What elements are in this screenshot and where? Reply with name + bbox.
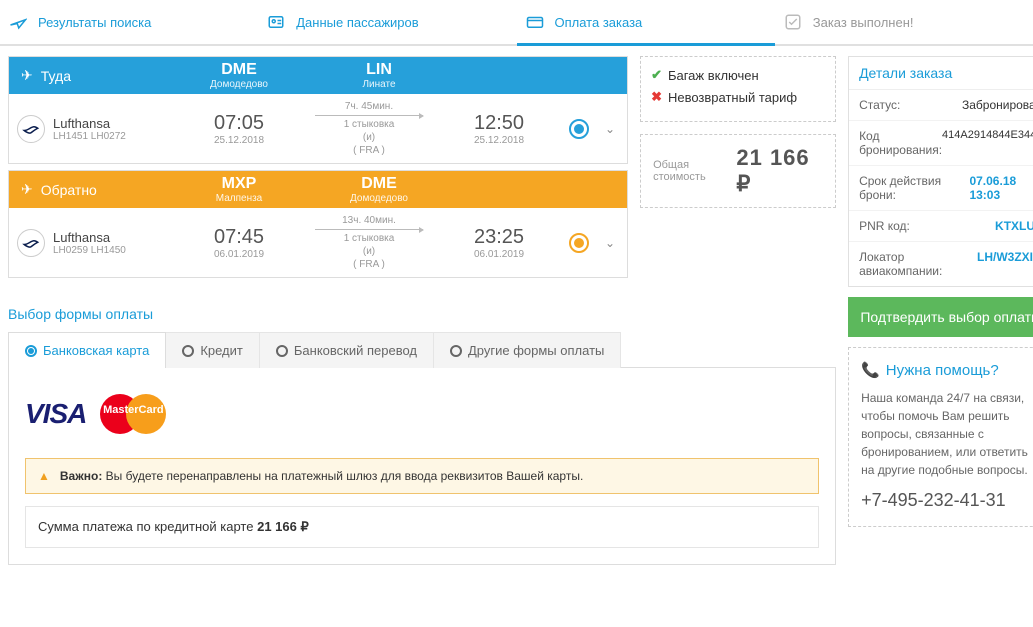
plane-icon: ✈	[21, 67, 33, 84]
to-airport: DME Домодедово	[309, 171, 449, 208]
fare-info: ✔Багаж включен ✖Невозвратный тариф	[640, 56, 836, 122]
payment-tabs: Банковская карта Кредит Банковский перев…	[8, 332, 836, 368]
plane-icon: ✈	[21, 181, 33, 198]
from-airport: DME Домодедово	[169, 57, 309, 94]
help-box: 📞Нужна помощь? Наша команда 24/7 на связ…	[848, 347, 1033, 527]
check-icon: ✔	[651, 67, 662, 83]
direction-label: ✈ Обратно	[9, 171, 169, 208]
payment-title: Выбор формы оплаты	[8, 306, 836, 322]
from-airport: MXP Малпенза	[169, 171, 309, 208]
cross-icon: ✖	[651, 89, 662, 105]
airline-logo-icon	[17, 115, 45, 143]
step-search[interactable]: Результаты поиска	[0, 0, 258, 44]
payment-sum: Сумма платежа по кредитной карте 21 166 …	[25, 506, 819, 548]
arrival-time: 23:25 06.01.2019	[429, 226, 569, 260]
phone-icon: 📞	[861, 360, 880, 383]
warning-icon: ▲	[38, 469, 50, 483]
route-info: 13ч. 40мин. 1 стыковка (и) ( FRA )	[309, 214, 429, 271]
tab-bank[interactable]: Банковский перевод	[259, 332, 434, 368]
tab-other[interactable]: Другие формы оплаты	[433, 332, 621, 368]
confirm-button[interactable]: Подтвердить выбор оплаты	[848, 297, 1033, 337]
step-done: Заказ выполнен!	[775, 0, 1033, 44]
route-info: 7ч. 45мин. 1 стыковка (и) ( FRA )	[309, 100, 429, 157]
mastercard-logo-icon: MasterCard	[100, 394, 166, 434]
step-label: Результаты поиска	[38, 15, 151, 30]
credit-card-icon	[525, 12, 545, 32]
airline: Lufthansa LH0259 LH1450	[9, 229, 169, 257]
expand-return[interactable]: ⌄	[605, 236, 615, 250]
airline-logo-icon	[17, 229, 45, 257]
payment-panel: VISA MasterCard ▲ Важно: Вы будете перен…	[8, 367, 836, 565]
return-flight: ✈ Обратно MXP Малпенза DME Домодедово	[8, 170, 628, 278]
total-box: Общая стоимость 21 166 ₽	[640, 134, 836, 208]
direction-label: ✈ Туда	[9, 57, 169, 94]
tab-card[interactable]: Банковская карта	[8, 332, 166, 368]
outbound-flight: ✈ Туда DME Домодедово LIN Линате	[8, 56, 628, 164]
help-phone[interactable]: +7-495-232-41-31	[861, 487, 1033, 514]
step-payment[interactable]: Оплата заказа	[517, 0, 775, 44]
departure-time: 07:05 25.12.2018	[169, 112, 309, 146]
order-details: Детали заказа Статус:Забронирован Код бр…	[848, 56, 1033, 287]
select-return-radio[interactable]	[569, 233, 589, 253]
step-label: Данные пассажиров	[296, 15, 418, 30]
select-outbound-radio[interactable]	[569, 119, 589, 139]
visa-logo-icon: VISA	[25, 398, 86, 430]
expand-outbound[interactable]: ⌄	[605, 122, 615, 136]
airline: Lufthansa LH1451 LH0272	[9, 115, 169, 143]
check-icon	[783, 12, 803, 32]
step-label: Оплата заказа	[555, 15, 643, 30]
id-card-icon	[266, 12, 286, 32]
redirect-warning: ▲ Важно: Вы будете перенаправлены на пла…	[25, 458, 819, 494]
tab-credit[interactable]: Кредит	[165, 332, 260, 368]
to-airport: LIN Линате	[309, 57, 449, 94]
plane-icon	[8, 12, 28, 32]
departure-time: 07:45 06.01.2019	[169, 226, 309, 260]
step-passengers[interactable]: Данные пассажиров	[258, 0, 516, 44]
arrival-time: 12:50 25.12.2018	[429, 112, 569, 146]
step-label: Заказ выполнен!	[813, 15, 914, 30]
